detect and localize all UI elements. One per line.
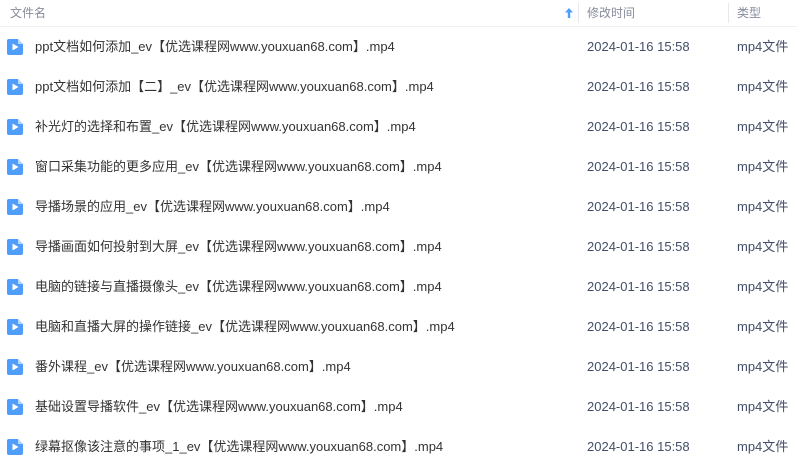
file-type: mp4文件	[737, 39, 789, 54]
file-type: mp4文件	[737, 239, 789, 254]
file-type: mp4文件	[737, 199, 789, 214]
file-name[interactable]: 番外课程_ev【优选课程网www.youxuan68.com】.mp4	[35, 347, 575, 387]
video-file-icon	[7, 39, 23, 55]
file-modified-time: 2024-01-16 15:58	[587, 79, 690, 94]
file-modified-time: 2024-01-16 15:58	[587, 239, 690, 254]
video-file-icon	[7, 439, 23, 455]
column-divider[interactable]	[728, 3, 729, 23]
file-modified-time: 2024-01-16 15:58	[587, 119, 690, 134]
arrow-up-icon[interactable]	[563, 6, 575, 20]
file-row[interactable]: 电脑和直播大屏的操作链接_ev【优选课程网www.youxuan68.com】.…	[0, 307, 797, 347]
file-type: mp4文件	[737, 359, 789, 374]
file-list: 文件名 修改时间 类型 ppt文档如何添加_ev【优选课程网www.youxua…	[0, 0, 797, 458]
file-modified-time: 2024-01-16 15:58	[587, 399, 690, 414]
video-file-icon	[7, 359, 23, 375]
file-name[interactable]: 导播画面如何投射到大屏_ev【优选课程网www.youxuan68.com】.m…	[35, 227, 575, 267]
file-row[interactable]: 绿幕抠像该注意的事项_1_ev【优选课程网www.youxuan68.com】.…	[0, 427, 797, 458]
file-row[interactable]: ppt文档如何添加_ev【优选课程网www.youxuan68.com】.mp4…	[0, 27, 797, 67]
video-file-icon	[7, 199, 23, 215]
file-name[interactable]: ppt文档如何添加_ev【优选课程网www.youxuan68.com】.mp4	[35, 27, 575, 67]
column-header: 文件名 修改时间 类型	[0, 0, 797, 27]
file-row[interactable]: 基础设置导播软件_ev【优选课程网www.youxuan68.com】.mp4 2…	[0, 387, 797, 427]
video-file-icon	[7, 79, 23, 95]
video-file-icon	[7, 239, 23, 255]
file-row[interactable]: 窗口采集功能的更多应用_ev【优选课程网www.youxuan68.com】.m…	[0, 147, 797, 187]
file-name[interactable]: 补光灯的选择和布置_ev【优选课程网www.youxuan68.com】.mp4	[35, 107, 575, 147]
file-modified-time: 2024-01-16 15:58	[587, 279, 690, 294]
file-name[interactable]: 电脑的链接与直播摄像头_ev【优选课程网www.youxuan68.com】.m…	[35, 267, 575, 307]
file-modified-time: 2024-01-16 15:58	[587, 199, 690, 214]
file-name[interactable]: ppt文档如何添加【二】_ev【优选课程网www.youxuan68.com】.…	[35, 67, 575, 107]
file-type: mp4文件	[737, 119, 789, 134]
video-file-icon	[7, 119, 23, 135]
file-rows: ppt文档如何添加_ev【优选课程网www.youxuan68.com】.mp4…	[0, 27, 797, 458]
video-file-icon	[7, 159, 23, 175]
file-modified-time: 2024-01-16 15:58	[587, 39, 690, 54]
file-row[interactable]: 番外课程_ev【优选课程网www.youxuan68.com】.mp4 2024-…	[0, 347, 797, 387]
file-modified-time: 2024-01-16 15:58	[587, 439, 690, 454]
file-row[interactable]: 电脑的链接与直播摄像头_ev【优选课程网www.youxuan68.com】.m…	[0, 267, 797, 307]
file-type: mp4文件	[737, 399, 789, 414]
video-file-icon	[7, 319, 23, 335]
video-file-icon	[7, 399, 23, 415]
column-divider[interactable]	[578, 3, 579, 23]
file-row[interactable]: 补光灯的选择和布置_ev【优选课程网www.youxuan68.com】.mp4…	[0, 107, 797, 147]
file-row[interactable]: ppt文档如何添加【二】_ev【优选课程网www.youxuan68.com】.…	[0, 67, 797, 107]
file-type: mp4文件	[737, 279, 789, 294]
column-type-header[interactable]: 类型	[737, 0, 797, 26]
file-row[interactable]: 导播场景的应用_ev【优选课程网www.youxuan68.com】.mp4 20…	[0, 187, 797, 227]
file-type: mp4文件	[737, 439, 789, 454]
file-name[interactable]: 窗口采集功能的更多应用_ev【优选课程网www.youxuan68.com】.m…	[35, 147, 575, 187]
file-type: mp4文件	[737, 159, 789, 174]
file-name[interactable]: 导播场景的应用_ev【优选课程网www.youxuan68.com】.mp4	[35, 187, 575, 227]
column-time-header[interactable]: 修改时间	[587, 0, 727, 26]
file-row[interactable]: 导播画面如何投射到大屏_ev【优选课程网www.youxuan68.com】.m…	[0, 227, 797, 267]
file-name[interactable]: 基础设置导播软件_ev【优选课程网www.youxuan68.com】.mp4	[35, 387, 575, 427]
file-type: mp4文件	[737, 319, 789, 334]
file-name[interactable]: 绿幕抠像该注意的事项_1_ev【优选课程网www.youxuan68.com】.…	[35, 427, 575, 458]
file-modified-time: 2024-01-16 15:58	[587, 319, 690, 334]
column-name-header[interactable]: 文件名	[10, 0, 575, 26]
file-modified-time: 2024-01-16 15:58	[587, 359, 690, 374]
file-modified-time: 2024-01-16 15:58	[587, 159, 690, 174]
video-file-icon	[7, 279, 23, 295]
file-type: mp4文件	[737, 79, 789, 94]
file-name[interactable]: 电脑和直播大屏的操作链接_ev【优选课程网www.youxuan68.com】.…	[35, 307, 575, 347]
